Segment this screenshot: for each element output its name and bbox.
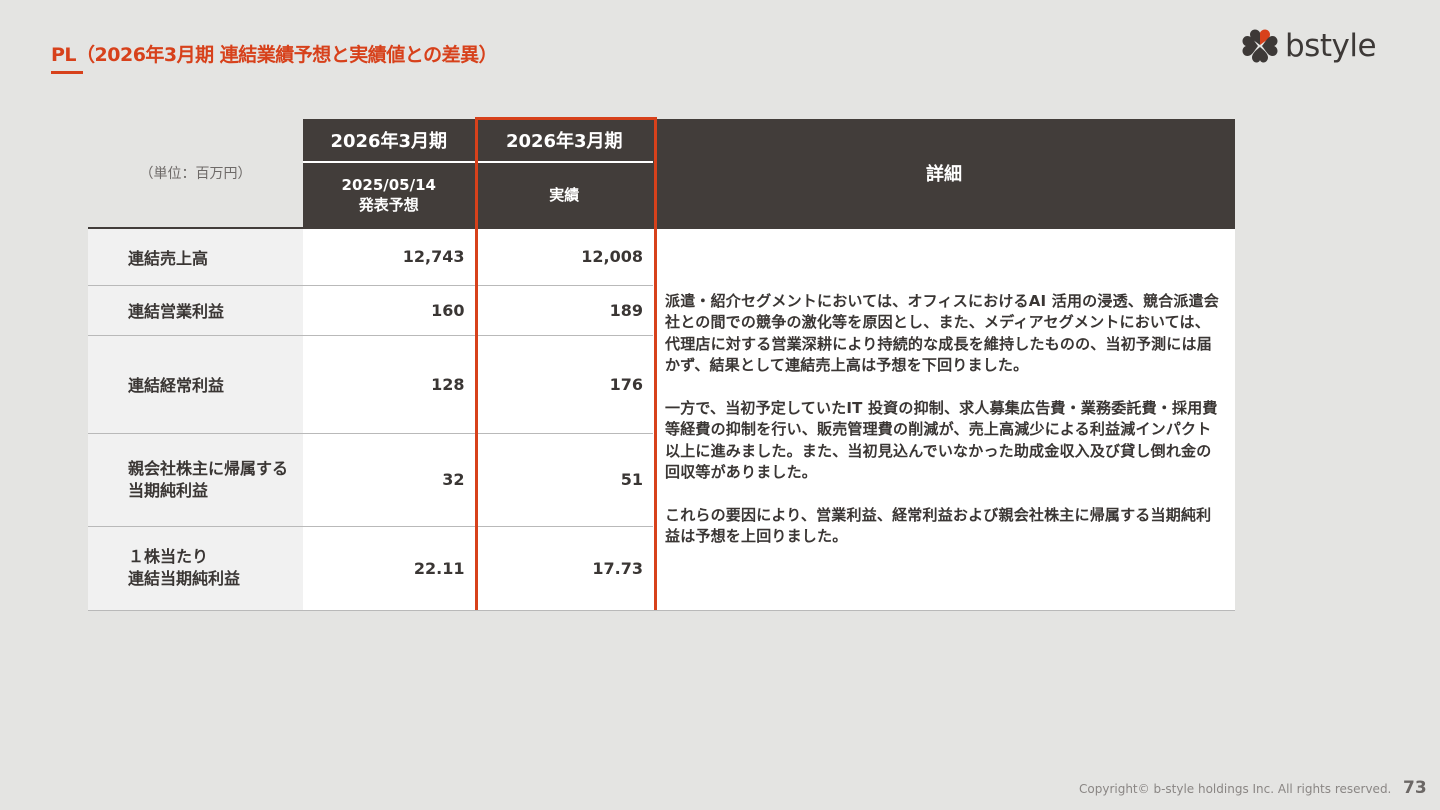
page-title-prefix: PL — [51, 44, 77, 66]
title-underline — [51, 71, 83, 74]
actual-value: 12,008 — [475, 227, 653, 286]
detail-paragraph: 一方で、当初予定していたIT 投資の抑制、求人募集広告費・業務委託費・採用費等経… — [665, 398, 1218, 482]
forecast-value: 128 — [303, 335, 476, 434]
copyright-notice: Copyright© b-style holdings Inc. All rig… — [1079, 782, 1392, 796]
page-title-rest: （2026年3月期 連結業績予想と実績値との差異） — [76, 44, 498, 66]
company-logo: bstyle — [1241, 27, 1377, 64]
page-title: PL（2026年3月期 連結業績予想と実績値との差異） — [51, 40, 498, 67]
row-label: 親会社株主に帰属する 当期純利益 — [88, 433, 303, 527]
detail-paragraph: これらの要因により、営業利益、経常利益および親会社株主に帰属する当期純利益は予想… — [665, 505, 1212, 546]
row-label: 連結営業利益 — [88, 285, 303, 336]
col-actual-period: 2026年3月期 — [475, 119, 653, 163]
four-heart-clover-icon — [1242, 29, 1278, 63]
actual-value: 51 — [475, 433, 653, 527]
row-label: 連結売上高 — [88, 227, 303, 286]
actual-value: 176 — [475, 335, 653, 434]
col-actual-sub: 実績 — [475, 162, 653, 228]
row-label: １株当たり 連結当期純利益 — [88, 526, 303, 611]
row-label: 連結経常利益 — [88, 335, 303, 434]
forecast-value: 32 — [303, 433, 476, 527]
col-forecast-period: 2026年3月期 — [303, 119, 476, 163]
actual-value: 189 — [475, 285, 653, 336]
header-row-period: （単位：百万円） 2026年3月期 2026年3月期 詳細 — [88, 119, 1235, 228]
table-row: 連結売上高 12,743 12,008 派遣・紹介セグメントにおいては、オフィス… — [88, 227, 1235, 611]
unit-label: （単位：百万円） — [88, 119, 303, 228]
page-title-block: PL（2026年3月期 連結業績予想と実績値との差異） — [51, 40, 498, 74]
detail-paragraph: 派遣・紹介セグメントにおいては、オフィスにおけるAI 活用の浸透、競合派遣会社と… — [665, 291, 1219, 375]
forecast-value: 12,743 — [303, 227, 476, 286]
actual-value: 17.73 — [475, 526, 653, 611]
detail-text: 派遣・紹介セグメントにおいては、オフィスにおけるAI 活用の浸透、競合派遣会社と… — [653, 227, 1235, 611]
pl-table: （単位：百万円） 2026年3月期 2026年3月期 詳細 2025/05/14… — [88, 119, 1235, 611]
col-detail-header: 詳細 — [653, 119, 1235, 228]
col-forecast-sub: 2025/05/14 発表予想 — [303, 162, 476, 228]
forecast-value: 22.11 — [303, 526, 476, 611]
page-number: 73 — [1403, 778, 1427, 798]
logo-text: bstyle — [1285, 27, 1377, 64]
forecast-value: 160 — [303, 285, 476, 336]
